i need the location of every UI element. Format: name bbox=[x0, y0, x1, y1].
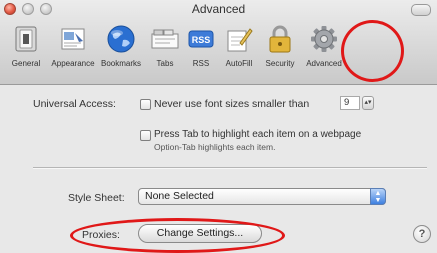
tab-highlight-checkbox[interactable] bbox=[140, 130, 151, 141]
gear-icon bbox=[307, 22, 341, 56]
toolbar-item-security[interactable]: Security bbox=[262, 22, 298, 68]
toolbar-label-autofill: AutoFill bbox=[225, 59, 253, 68]
switch-icon bbox=[9, 22, 43, 56]
toolbar-label-advanced: Advanced bbox=[306, 59, 342, 68]
section-divider bbox=[33, 167, 427, 169]
popup-arrows-icon: ▲ ▼ bbox=[370, 188, 386, 205]
advanced-pane: Universal Access: Never use font sizes s… bbox=[0, 85, 437, 253]
pencil-icon bbox=[222, 22, 256, 56]
style-sheet-label: Style Sheet: bbox=[68, 192, 125, 204]
appearance-icon bbox=[56, 22, 90, 56]
tabs-icon bbox=[148, 22, 182, 56]
svg-text:RSS: RSS bbox=[192, 35, 211, 45]
toolbar-item-tabs[interactable]: Tabs bbox=[148, 22, 182, 68]
toolbar-label-tabs: Tabs bbox=[156, 59, 174, 68]
toolbar-item-bookmarks[interactable]: Bookmarks bbox=[98, 22, 144, 68]
universal-access-label: Universal Access: bbox=[33, 98, 116, 110]
toolbar-label-rss: RSS bbox=[192, 59, 210, 68]
toolbar-label-security: Security bbox=[265, 59, 295, 68]
tab-highlight-text: Press Tab to highlight each item on a we… bbox=[154, 129, 362, 140]
toolbar-toggle-button[interactable] bbox=[411, 4, 431, 16]
help-button[interactable]: ? bbox=[413, 225, 431, 243]
globe-icon bbox=[104, 22, 138, 56]
toolbar-item-advanced[interactable]: Advanced bbox=[302, 22, 346, 68]
tab-highlight-subtext: Option-Tab highlights each item. bbox=[154, 142, 276, 152]
tab-highlight-label[interactable]: Press Tab to highlight each item on a we… bbox=[154, 128, 426, 154]
toolbar-label-appearance: Appearance bbox=[51, 59, 95, 68]
window-title: Advanced bbox=[191, 2, 246, 16]
preferences-toolbar: General Appearance Bookmarks Tabs RSS RS… bbox=[4, 22, 437, 80]
toolbar-item-general[interactable]: General bbox=[4, 22, 48, 68]
style-sheet-popup[interactable]: None Selected ▲ ▼ bbox=[138, 188, 386, 205]
safari-preferences-window: Advanced General Appearance Bookmarks Ta… bbox=[0, 0, 437, 253]
change-settings-button[interactable]: Change Settings... bbox=[138, 224, 262, 243]
toolbar-label-general: General bbox=[11, 59, 41, 68]
toolbar-item-autofill[interactable]: AutoFill bbox=[220, 22, 258, 68]
toolbar-label-bookmarks: Bookmarks bbox=[100, 59, 141, 68]
proxies-label: Proxies: bbox=[82, 229, 120, 241]
rss-icon: RSS bbox=[184, 22, 218, 56]
min-font-size-popup-arrows[interactable]: ▴▾ bbox=[362, 96, 374, 110]
min-font-size-field[interactable]: 9 bbox=[340, 96, 360, 110]
toolbar-item-appearance[interactable]: Appearance bbox=[51, 22, 95, 68]
style-sheet-value: None Selected bbox=[145, 190, 214, 202]
toolbar-item-rss[interactable]: RSS RSS bbox=[186, 22, 216, 68]
min-font-size-checkbox[interactable] bbox=[140, 99, 151, 110]
titlebar: Advanced General Appearance Bookmarks Ta… bbox=[0, 0, 437, 85]
lock-icon bbox=[263, 22, 297, 56]
min-font-size-label[interactable]: Never use font sizes smaller than bbox=[154, 98, 309, 110]
